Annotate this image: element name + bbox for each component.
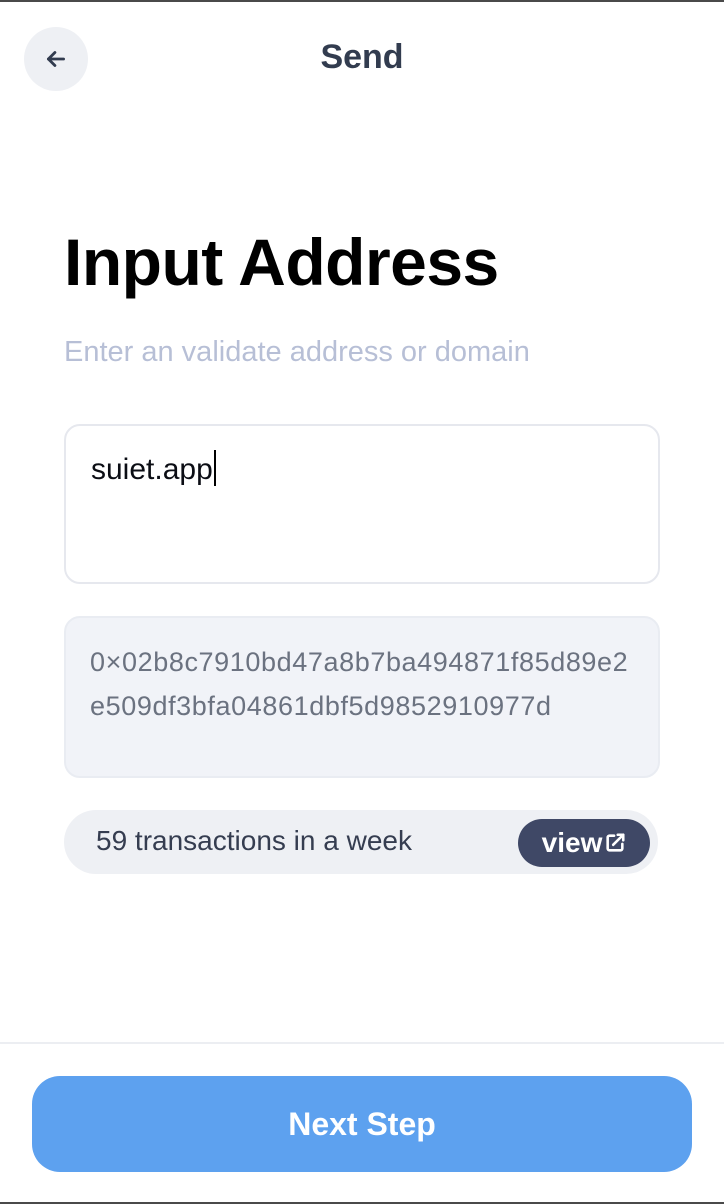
page-subtitle: Enter an validate address or domain [64,336,530,368]
header-title: Send [320,38,404,76]
view-transactions-button[interactable]: view [518,819,650,867]
external-link-icon [606,833,625,852]
resolved-address-box: 0×02b8c7910bd47a8b7ba494871f85d89e2e509d… [64,616,660,778]
text-caret [213,450,216,486]
transactions-count-text: 59 transactions in a week [96,825,412,856]
view-button-label: view [541,827,603,858]
page-title: Input Address [64,225,499,299]
footer-divider [0,1042,724,1044]
resolved-address-text: 0×02b8c7910bd47a8b7ba494871f85d89e2e509d… [90,647,629,721]
next-step-button[interactable]: Next Step [32,1076,692,1172]
address-input-value: suiet.app [91,453,213,486]
transactions-info: 59 transactions in a week view [64,810,658,874]
address-input[interactable]: suiet.app [64,424,660,584]
send-screen: Send Input Address Enter an validate add… [0,0,724,1204]
